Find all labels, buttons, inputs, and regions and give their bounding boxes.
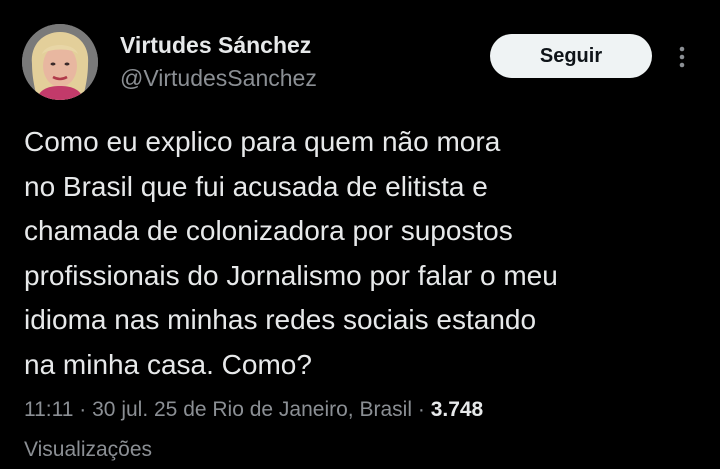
tweet-date[interactable]: 30 jul. 25: [92, 398, 177, 421]
tweet-text-line: profissionais do Jornalismo por falar o …: [24, 259, 558, 291]
avatar-photo: [22, 24, 98, 100]
tweet-text-line: chamada de colonizadora por supostos: [24, 215, 513, 246]
tweet-text: Como eu explico para quem não mora no Br…: [24, 120, 704, 387]
user-handle[interactable]: @VirtudesSanchez: [120, 65, 317, 92]
views-label[interactable]: Visualizações: [24, 438, 152, 462]
tweet-meta: 11:11 · 30 jul. 25 de Rio de Janeiro, Br…: [24, 398, 483, 422]
tweet-location: de Rio de Janeiro, Brasil: [183, 398, 412, 421]
tweet: Virtudes Sánchez @VirtudesSanchez Seguir…: [0, 0, 720, 469]
tweet-text-line: no Brasil que fui acusada de elitista e: [24, 170, 488, 202]
avatar[interactable]: [22, 24, 98, 100]
meta-separator: ·: [79, 398, 87, 421]
more-vertical-icon[interactable]: [672, 42, 692, 72]
views-count[interactable]: 3.748: [431, 398, 484, 421]
tweet-text-line: idioma nas minhas redes sociais estando: [24, 304, 537, 335]
display-name[interactable]: Virtudes Sánchez: [120, 32, 311, 59]
tweet-text-line: Como eu explico para quem não mora: [24, 126, 501, 157]
meta-separator: ·: [417, 398, 425, 421]
follow-button[interactable]: Seguir: [490, 34, 652, 78]
tweet-text-line: na minha casa. Como?: [24, 348, 312, 380]
tweet-time[interactable]: 11:11: [24, 398, 73, 421]
